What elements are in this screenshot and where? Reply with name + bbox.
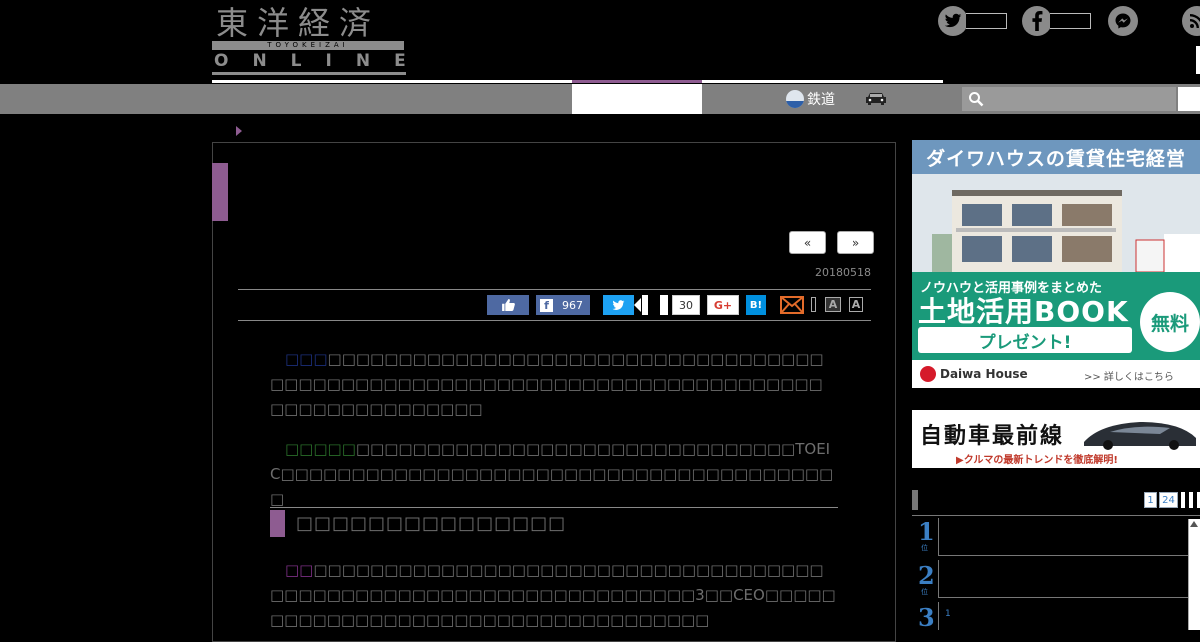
ad-free-badge: 無料 <box>1140 292 1200 352</box>
pager-next-button[interactable]: » <box>837 231 874 254</box>
google-plus-button[interactable]: G+ <box>707 295 739 315</box>
tweet-count-box <box>642 295 648 315</box>
article-paragraph-1: □□□□□□□□□□□□□□□□□□□□□□□□□□□□□□□□□□□□□□□□… <box>270 350 824 418</box>
daiwa-logo-icon <box>920 366 936 382</box>
twitter-icon <box>938 6 968 36</box>
car-icon <box>866 93 886 105</box>
pager-prev-button[interactable]: « <box>789 231 826 254</box>
logo-subtitle: TOYOKEIZAI <box>267 41 349 49</box>
rss-link[interactable] <box>1182 6 1200 36</box>
font-large-button[interactable]: A <box>825 297 841 312</box>
subheading-rule <box>270 507 838 508</box>
ceo-text: CEO <box>733 586 765 604</box>
keyword-link-3[interactable]: □□ <box>270 561 313 579</box>
keyword-link-1[interactable]: □□□ <box>270 350 328 368</box>
thumbs-up-icon <box>501 299 515 311</box>
print-button[interactable] <box>811 297 816 312</box>
daiwa-house-ad[interactable]: ダイワハウスの賃貸住宅経営 ノウハウと活用事例をまとめた 土地活用BOOK プレ… <box>912 140 1200 388</box>
article-paragraph-3: □□□□□□□□□□□□□□□□□□□□□□□□□□□□□□□□□□□□□□□□… <box>270 561 836 629</box>
facebook-like-button[interactable] <box>487 295 529 315</box>
facebook-share-count: 967 <box>562 298 583 312</box>
train-icon <box>786 90 804 108</box>
nav-item-car[interactable] <box>864 84 888 114</box>
site-logo[interactable]: 東洋経済 TOYOKEIZAI ONLINE <box>212 4 406 75</box>
search-input[interactable] <box>962 87 1176 111</box>
search-icon <box>969 92 984 107</box>
ranking-tab-4[interactable] <box>1189 492 1193 508</box>
rank-2-suffix: 位 <box>921 588 928 596</box>
facebook-follow[interactable] <box>1022 6 1091 36</box>
rss-icon <box>1182 6 1200 36</box>
font-small-button[interactable]: A <box>849 297 863 312</box>
rank-3-divider <box>938 602 939 630</box>
logo-english: ONLINE <box>214 51 430 71</box>
hatena-bookmark-button[interactable]: B! <box>746 295 766 315</box>
ad-more-link[interactable]: >> 詳しくはこちら <box>1084 368 1174 383</box>
car-illustration <box>1084 422 1196 450</box>
share-bottom-rule <box>238 320 871 321</box>
twitter-count-box <box>966 13 1007 29</box>
nav-active-indicator <box>572 80 702 83</box>
car-frontline-banner[interactable]: 自動車最前線 ▶クルマの最新トレンドを徹底解明! <box>912 410 1200 468</box>
ranking-header-bar <box>912 490 918 510</box>
subheading: □□□□□□□□□□□□□□□ <box>296 513 567 534</box>
twitter-bird-icon <box>612 299 625 310</box>
daiwa-logo: Daiwa House <box>920 366 1028 382</box>
share-top-rule <box>238 289 871 290</box>
twitter-follow[interactable] <box>938 6 1007 36</box>
ranking-tab-3[interactable] <box>1181 492 1185 508</box>
logo-japanese: 東洋経済 <box>216 4 381 42</box>
ranking-scrollbar[interactable] <box>1188 519 1200 630</box>
rank-2-divider <box>938 560 939 598</box>
ranking-list <box>912 515 1200 636</box>
subheading-marker <box>270 510 285 537</box>
rank-2-number: 2 <box>918 561 935 590</box>
keyword-link-2[interactable]: □□□□□ <box>270 440 356 458</box>
ad-headline: ダイワハウスの賃貸住宅経営 <box>912 140 1200 174</box>
facebook-icon <box>1022 6 1052 36</box>
car-banner-subtitle: ▶クルマの最新トレンドを徹底解明! <box>956 455 1118 466</box>
ad-copy-line2: 土地活用BOOK <box>918 295 1129 328</box>
three-text: 3 <box>695 586 705 604</box>
tweet-count-pointer <box>634 298 641 312</box>
article-title-marker <box>212 163 228 221</box>
car-banner-title: 自動車最前線 <box>920 424 1065 449</box>
facebook-share-button[interactable]: f 967 <box>536 295 590 315</box>
facebook-count-box <box>1050 13 1091 29</box>
nav-tab-active[interactable] <box>572 84 702 114</box>
ad-present-button[interactable]: プレゼント! <box>918 327 1132 353</box>
tweet-button[interactable] <box>603 295 634 315</box>
scroll-up-icon[interactable] <box>1190 521 1198 527</box>
breadcrumb-arrow-icon <box>236 126 242 136</box>
search-button[interactable] <box>1178 87 1200 111</box>
logo-underline <box>212 72 406 75</box>
messenger-icon <box>1108 6 1138 36</box>
building-illustration <box>912 174 1200 272</box>
nav-item-railway-label: 鉄道 <box>807 92 835 108</box>
rank-1-divider <box>938 518 939 556</box>
rank-1-number: 1 <box>918 517 935 546</box>
share-count: 30 <box>672 295 700 315</box>
mail-icon[interactable] <box>780 296 804 314</box>
count-pointer-box <box>660 295 668 315</box>
daiwa-logo-text: Daiwa House <box>940 367 1028 381</box>
article-date: 20180518 <box>815 266 871 279</box>
article-paragraph-2: □□□□□□□□□□□□□□□□□□□□□□□□□□□□□□□□□□□□TOEI… <box>270 440 834 508</box>
facebook-share-icon: f <box>540 298 553 312</box>
ranking-page-2[interactable]: 24 <box>1159 492 1178 508</box>
rank-3-number: 3 <box>918 603 935 632</box>
rank-1-rule <box>938 555 1188 556</box>
rank-2-rule <box>938 597 1188 598</box>
nav-item-railway[interactable]: 鉄道 <box>786 84 835 114</box>
header-edge-marker <box>1196 46 1200 74</box>
ranking-page-1[interactable]: 1 <box>1144 492 1157 508</box>
rank-3-label: 1 <box>945 609 951 619</box>
rank-1-suffix: 位 <box>921 544 928 552</box>
messenger-share[interactable] <box>1108 6 1138 36</box>
